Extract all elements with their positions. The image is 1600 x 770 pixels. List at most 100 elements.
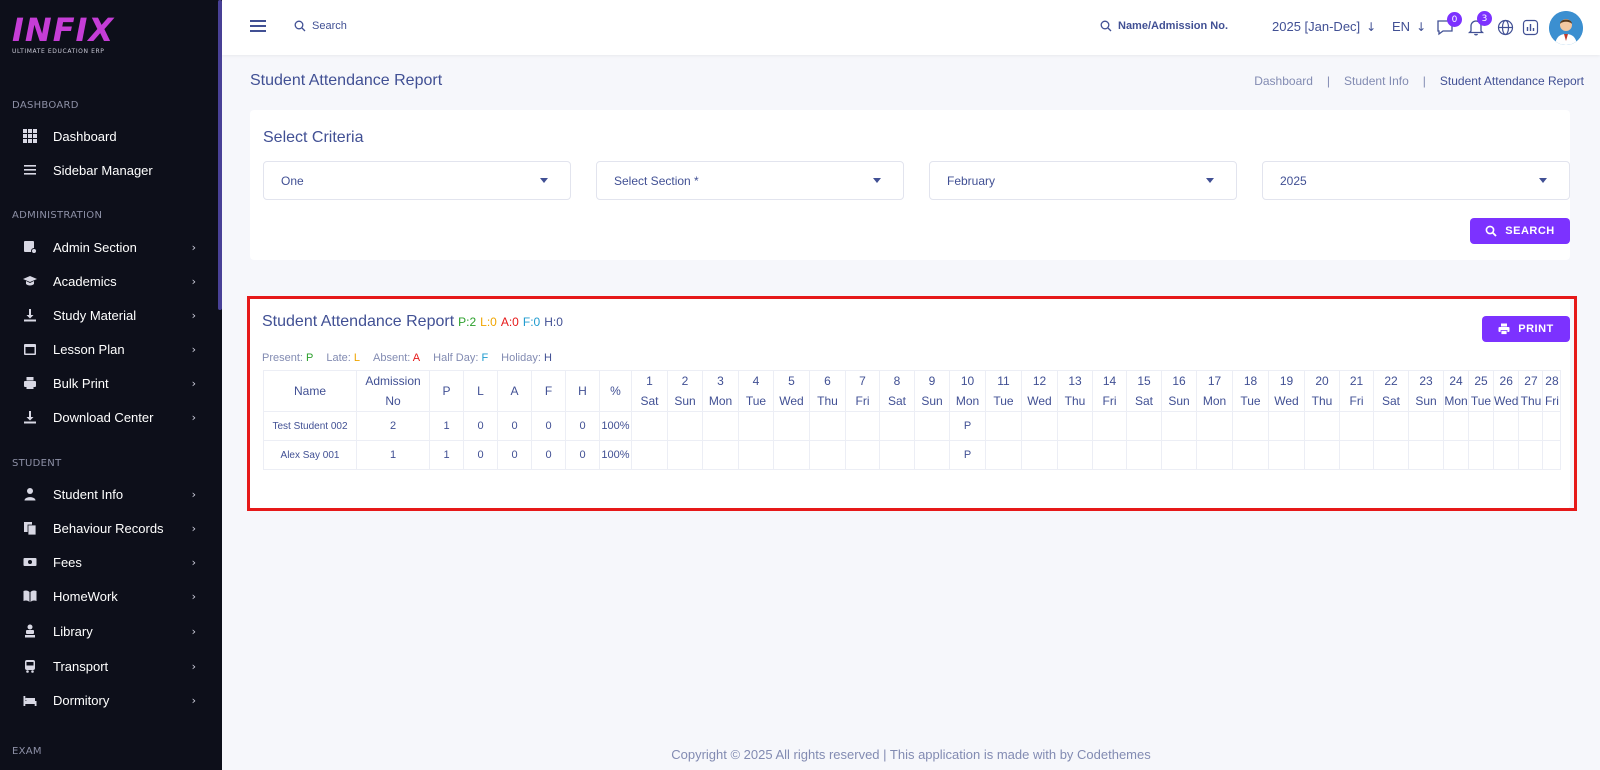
language-select[interactable]: EN ↓ [1392, 19, 1426, 34]
sidebar-item-label: Library [53, 623, 93, 639]
day-number: 28 [1545, 374, 1559, 388]
present-count: 1 [429, 411, 464, 441]
sidebar-item-download-center[interactable]: Download Center › [0, 402, 218, 432]
sidebar-item-label: Admin Section [53, 239, 137, 255]
website-button[interactable] [1497, 19, 1514, 36]
day-cell [1268, 411, 1305, 441]
day-cell [1126, 440, 1162, 470]
day-cell [738, 440, 774, 470]
day-number: 24 [1449, 374, 1463, 388]
calendar-icon [23, 342, 37, 356]
logo-text: INFIX [12, 11, 115, 49]
sidebar-item-study-material[interactable]: Study Material › [0, 300, 218, 330]
day-cell [1196, 440, 1233, 470]
day-header: 6 Thu [809, 370, 846, 412]
holiday-count: 0 [565, 411, 600, 441]
table-row: Test Student 002 2 1 0 0 0 0 100% P [263, 411, 1562, 441]
sidebar-item-label: Study Material [53, 307, 137, 323]
sidebar-item-student-info[interactable]: Student Info › [0, 479, 218, 509]
breadcrumb-dashboard[interactable]: Dashboard [1254, 74, 1313, 88]
sidebar-item-dormitory[interactable]: Dormitory › [0, 685, 218, 715]
search-button[interactable]: SEARCH [1470, 218, 1570, 244]
sidebar-item-transport[interactable]: Transport › [0, 651, 218, 681]
logo-subtitle: ULTIMATE EDUCATION ERP [12, 48, 105, 55]
arrow-down-icon: ↓ [1416, 19, 1427, 34]
day-header: 4 Tue [738, 370, 774, 412]
sidebar-item-bulk-print[interactable]: Bulk Print › [0, 368, 218, 398]
student-search-input[interactable]: Name/Admission No. [1118, 20, 1228, 32]
download-icon [23, 308, 37, 322]
profile-menu[interactable] [1549, 11, 1583, 45]
sidebar-item-sidebar-manager[interactable]: Sidebar Manager [0, 155, 218, 185]
day-cell [1408, 411, 1444, 441]
session-select[interactable]: 2025 [Jan-Dec] ↓ [1272, 19, 1376, 34]
day-number: 6 [824, 374, 831, 388]
print-button[interactable]: PRINT [1482, 316, 1570, 342]
search-icon [1485, 225, 1497, 237]
legend-label: Present: [262, 352, 307, 364]
day-cell: P [949, 440, 986, 470]
globe-icon [1497, 19, 1514, 36]
stat-count: L:0 [480, 315, 497, 329]
class-select[interactable]: One [263, 161, 571, 200]
day-header: 23 Sun [1408, 370, 1444, 412]
stat-count: H:0 [544, 315, 563, 329]
column-header: P [429, 370, 464, 412]
month-select[interactable]: February [929, 161, 1237, 200]
legend-label: Half Day: [433, 352, 482, 364]
day-weekday: Sat [640, 394, 659, 408]
day-weekday: Thu [817, 394, 838, 408]
messages-button[interactable]: 0 [1436, 12, 1462, 36]
year-select[interactable]: 2025 [1262, 161, 1570, 200]
global-search[interactable]: Search [294, 20, 347, 32]
day-cell [1468, 411, 1494, 441]
day-cell [879, 411, 915, 441]
sidebar-item-homework[interactable]: HomeWork › [0, 581, 218, 611]
chevron-right-icon: › [191, 410, 196, 424]
sidebar-item-academics[interactable]: Academics › [0, 266, 218, 296]
sidebar-item-admin-section[interactable]: Admin Section › [0, 232, 218, 262]
reports-button[interactable] [1522, 19, 1539, 36]
day-header: 5 Wed [773, 370, 810, 412]
arrow-down-icon: ↓ [1366, 19, 1377, 34]
sidebar-item-label: Dormitory [53, 692, 110, 708]
day-cell [879, 440, 915, 470]
day-cell [631, 411, 668, 441]
day-weekday: Tue [1240, 394, 1261, 408]
menu-toggle-button[interactable] [250, 19, 266, 33]
column-header: Admission No [356, 370, 430, 412]
avatar [1549, 11, 1583, 45]
sidebar-item-library[interactable]: Library › [0, 616, 218, 646]
student-search[interactable]: Name/Admission No. [1100, 20, 1228, 32]
student-name: Test Student 002 [263, 411, 357, 441]
column-header: L [463, 370, 498, 412]
page-title: Student Attendance Report [250, 72, 443, 89]
notifications-badge: 3 [1477, 11, 1492, 26]
day-cell [1161, 440, 1197, 470]
notifications-button[interactable]: 3 [1468, 11, 1492, 36]
logo[interactable]: INFIX ULTIMATE EDUCATION ERP [12, 14, 114, 55]
day-cell [1492, 440, 1520, 470]
chevron-right-icon: › [191, 693, 196, 707]
day-cell [1443, 411, 1469, 441]
sidebar-item-fees[interactable]: Fees › [0, 547, 218, 577]
search-input[interactable]: Search [312, 20, 347, 32]
breadcrumb-student-info[interactable]: Student Info [1344, 74, 1409, 88]
day-number: 1 [646, 374, 653, 388]
day-weekday: Sat [1134, 394, 1153, 408]
day-number: 2 [681, 374, 689, 388]
caret-down-icon [873, 178, 881, 183]
day-number: 13 [1068, 374, 1082, 388]
hamburger-icon [250, 20, 266, 32]
section-select[interactable]: Select Section * [596, 161, 904, 200]
sidebar-item-dashboard[interactable]: Dashboard [0, 121, 218, 151]
sidebar-item-behaviour-records[interactable]: Behaviour Records › [0, 513, 218, 543]
report-title-row: Student Attendance Report P:2 L:0 A:0 F:0 H:… [262, 313, 563, 331]
sidebar-item-lesson-plan[interactable]: Lesson Plan › [0, 334, 218, 364]
day-weekday: Mon [1202, 394, 1227, 408]
section-select-value: Select Section * [614, 173, 699, 188]
day-cell [667, 440, 703, 470]
present-count: 1 [429, 440, 464, 470]
sidebar-item-label: Fees [53, 554, 82, 570]
chevron-right-icon: › [191, 624, 196, 638]
